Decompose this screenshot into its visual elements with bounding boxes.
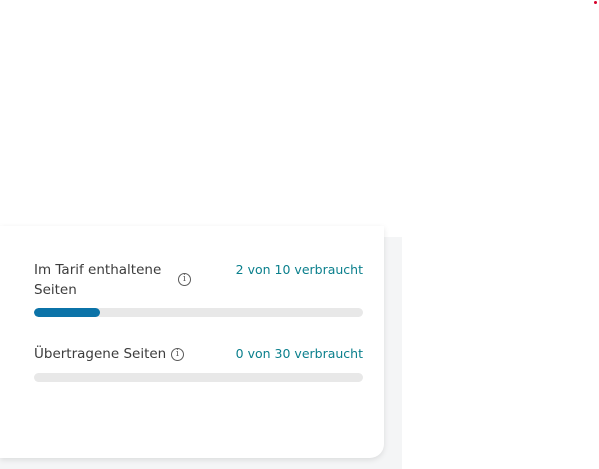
usage-card: Im Tarif enthaltene Seiten i 2 von 10 ve… xyxy=(0,226,384,458)
transferred-pages-progress-bar xyxy=(34,373,363,382)
included-pages-usage: 2 von 10 verbraucht xyxy=(235,262,363,277)
included-pages-progress-bar xyxy=(34,308,363,317)
included-pages-progress-fill xyxy=(34,308,100,317)
info-icon[interactable]: i xyxy=(171,348,184,361)
transferred-pages-label: Übertragene Seiten xyxy=(34,346,167,362)
notification-dot xyxy=(594,1,597,4)
included-pages-label: Im Tarif enthaltene Seiten xyxy=(34,262,162,298)
transferred-pages-usage: 0 von 30 verbraucht xyxy=(235,346,363,361)
info-icon[interactable]: i xyxy=(178,273,191,286)
